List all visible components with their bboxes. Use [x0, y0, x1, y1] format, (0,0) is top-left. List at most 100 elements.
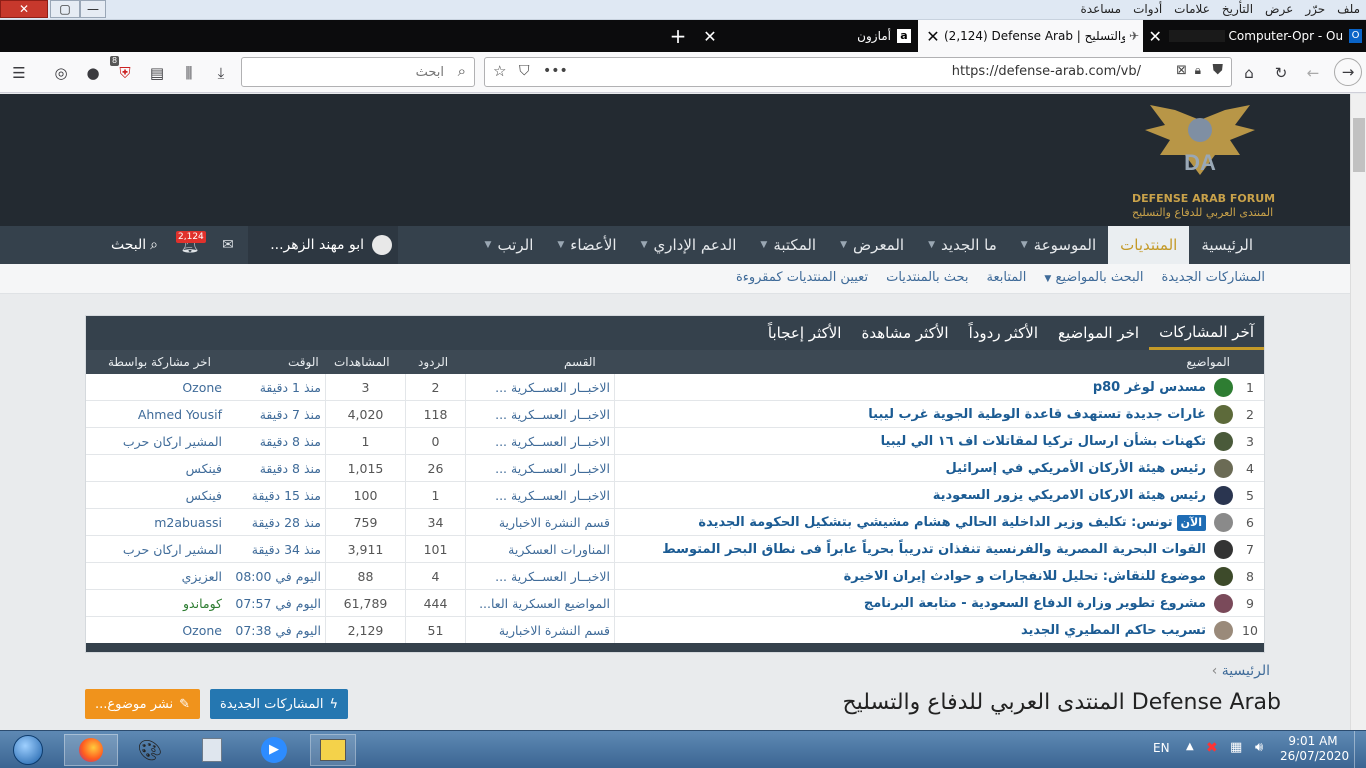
- inbox-button[interactable]: ✉: [214, 226, 242, 264]
- section-link[interactable]: الاخبــار العســكرية ...: [466, 428, 615, 455]
- topic-title-link[interactable]: تكهنات بشأن ارسال تركيا لمقاتلات اف ١٦ ا…: [616, 428, 1206, 455]
- scrollbar-thumb[interactable]: [1353, 118, 1365, 172]
- chevron-down-icon[interactable]: ▼: [840, 240, 847, 250]
- ublock-icon[interactable]: ⛨ 8: [110, 56, 134, 82]
- post-time-link[interactable]: اليوم في 07:57: [226, 590, 326, 617]
- close-icon[interactable]: ✕: [1145, 27, 1165, 46]
- taskbar-calculator[interactable]: [190, 734, 234, 766]
- subnav-search-topics[interactable]: البحث بالمواضيع ▼: [1044, 270, 1143, 285]
- close-icon[interactable]: ✕: [699, 27, 721, 46]
- topic-title-link[interactable]: غارات جديدة تستهدف قاعدة الوطية الجوية غ…: [616, 401, 1206, 428]
- section-link[interactable]: المناورات العسكرية: [466, 536, 615, 563]
- library-icon[interactable]: ⫼: [180, 64, 198, 82]
- section-link[interactable]: قسم النشرة الاخبارية: [466, 617, 615, 644]
- hamburger-menu-icon[interactable]: ☰: [10, 64, 28, 82]
- breadcrumb-home[interactable]: الرئيسية: [1222, 663, 1270, 679]
- back-icon[interactable]: →: [1334, 58, 1362, 86]
- tab-outlook[interactable]: O Computer-Opr - Ou ✕: [1145, 20, 1366, 52]
- chevron-down-icon[interactable]: ▼: [928, 240, 935, 250]
- last-poster-link[interactable]: فينكس: [86, 482, 226, 509]
- section-link[interactable]: المواضيع العسكرية العا...: [466, 590, 615, 617]
- subnav-mark-read[interactable]: تعيين المنتديات كمقروءة: [736, 270, 868, 285]
- nav-encyclopedia[interactable]: الموسوعة ▼: [1009, 226, 1108, 264]
- breadcrumb[interactable]: الرئيسية ›: [1180, 663, 1270, 679]
- bookmark-star-icon[interactable]: ☆: [493, 62, 506, 80]
- post-time-link[interactable]: اليوم في 08:00: [226, 563, 326, 590]
- last-poster-link[interactable]: Ozone: [86, 374, 226, 401]
- pocket-icon[interactable]: ⛉: [519, 63, 530, 79]
- section-link[interactable]: الاخبــار العســكرية ...: [466, 482, 615, 509]
- lock-icon[interactable]: 🔒︎: [1195, 63, 1201, 78]
- chevron-down-icon[interactable]: ▼: [485, 240, 492, 250]
- topic-title-link[interactable]: رئيس هيئة الأركان الأمريكي في إسرائيل: [616, 455, 1206, 482]
- topic-title-link[interactable]: القوات البحرية المصرية والفرنسية تنفذان …: [616, 536, 1206, 563]
- subnav-search-forums[interactable]: بحث بالمنتديات: [886, 270, 968, 285]
- nav-ranks[interactable]: الرتب ▼: [473, 226, 546, 264]
- tab-most-viewed[interactable]: الأكثر مشاهدة: [851, 316, 958, 350]
- post-time-link[interactable]: منذ 8 دقيقة: [226, 455, 326, 482]
- nav-admin-support[interactable]: الدعم الإداري ▼: [629, 226, 749, 264]
- url-bar[interactable]: ••• ⛉ ☆ https://defense-arab.com/vb/ ⊠ 🔒…: [484, 57, 1232, 87]
- menu-history[interactable]: التأريخ: [1216, 0, 1259, 19]
- menu-help[interactable]: مساعدة: [1075, 0, 1128, 19]
- tab-latest-posts[interactable]: آخر المشاركات: [1149, 316, 1264, 350]
- home-icon[interactable]: ⌂: [1240, 64, 1258, 82]
- topic-title-link[interactable]: مسدس لوغر p80: [616, 374, 1206, 401]
- system-clock[interactable]: 9:01 AM 26/07/2020: [1280, 734, 1349, 764]
- post-time-link[interactable]: اليوم في 07:38: [226, 617, 326, 644]
- tab-defense-arab[interactable]: ✕ (2,124) Defense Arab | المنتدى العربي …: [918, 20, 1143, 52]
- post-time-link[interactable]: منذ 7 دقيقة: [226, 401, 326, 428]
- page-scrollbar[interactable]: [1350, 94, 1366, 730]
- shield-icon[interactable]: ⛊: [1213, 62, 1224, 78]
- network-icon[interactable]: ▦: [1230, 740, 1242, 755]
- section-link[interactable]: الاخبــار العســكرية ...: [466, 401, 615, 428]
- post-thread-button[interactable]: ✎ نشر موضوع...: [85, 689, 201, 719]
- download-icon[interactable]: ⤓: [212, 64, 230, 82]
- site-search-button[interactable]: ⌕ البحث: [94, 226, 158, 264]
- post-time-link[interactable]: منذ 15 دقيقة: [226, 482, 326, 509]
- tab-latest-topics[interactable]: اخر المواضيع: [1048, 316, 1149, 350]
- page-actions-icon[interactable]: •••: [543, 63, 568, 79]
- last-poster-link[interactable]: العزيزي: [86, 563, 226, 590]
- nav-gallery[interactable]: المعرض ▼: [828, 226, 916, 264]
- reload-icon[interactable]: ↻: [1272, 64, 1290, 82]
- avatar[interactable]: [1214, 513, 1236, 532]
- topic-title-link[interactable]: تسريب حاكم المطيري الجديد: [616, 617, 1206, 644]
- close-icon[interactable]: ✕: [922, 27, 944, 46]
- chevron-down-icon[interactable]: ▼: [1021, 240, 1028, 250]
- section-link[interactable]: الاخبــار العســكرية ...: [466, 455, 615, 482]
- taskbar-app[interactable]: [310, 734, 356, 766]
- topic-title-link[interactable]: رئيس هيئة الاركان الامريكي يزور السعودية: [616, 482, 1206, 509]
- last-poster-link[interactable]: Ozone: [86, 617, 226, 644]
- tray-app-icon[interactable]: ✖: [1206, 740, 1218, 756]
- avatar[interactable]: [1214, 567, 1236, 586]
- avatar[interactable]: [1214, 621, 1236, 640]
- nav-whats-new[interactable]: ما الجديد ▼: [916, 226, 1009, 264]
- start-button[interactable]: [2, 734, 54, 766]
- section-link[interactable]: الاخبــار العســكرية ...: [466, 563, 615, 590]
- show-desktop-button[interactable]: [1354, 731, 1366, 768]
- section-link[interactable]: قسم النشرة الاخبارية: [466, 509, 615, 536]
- site-logo[interactable]: DA DEFENSE ARAB FORUM المنتدى العربي للد…: [1130, 100, 1275, 222]
- topic-title-link[interactable]: مشروع تطوير وزارة الدفاع السعودية - متاب…: [616, 590, 1206, 617]
- post-time-link[interactable]: منذ 8 دقيقة: [226, 428, 326, 455]
- volume-icon[interactable]: 🔊︎: [1255, 740, 1263, 755]
- window-maximize-button[interactable]: ▢: [50, 0, 80, 18]
- tab-most-replies[interactable]: الأكثر ردوداً: [959, 316, 1048, 350]
- avatar[interactable]: [1214, 405, 1236, 424]
- taskbar-zoom[interactable]: ▶: [252, 734, 296, 766]
- section-link[interactable]: الاخبــار العســكرية ...: [466, 374, 615, 401]
- post-time-link[interactable]: منذ 34 دقيقة: [226, 536, 326, 563]
- window-close-button[interactable]: ✕: [0, 0, 48, 18]
- post-time-link[interactable]: منذ 1 دقيقة: [226, 374, 326, 401]
- alerts-button[interactable]: 🔔︎ 2,124: [172, 226, 208, 264]
- search-input[interactable]: [248, 61, 444, 83]
- last-poster-link[interactable]: Ahmed Yousif: [86, 401, 226, 428]
- post-time-link[interactable]: منذ 28 دقيقة: [226, 509, 326, 536]
- chevron-down-icon[interactable]: ▼: [557, 240, 564, 250]
- avatar[interactable]: [1214, 432, 1236, 451]
- window-minimize-button[interactable]: —: [80, 0, 106, 18]
- tracking-protection-icon[interactable]: ⊠: [1176, 63, 1187, 78]
- language-indicator[interactable]: EN: [1153, 741, 1170, 755]
- chevron-down-icon[interactable]: ▼: [641, 240, 648, 250]
